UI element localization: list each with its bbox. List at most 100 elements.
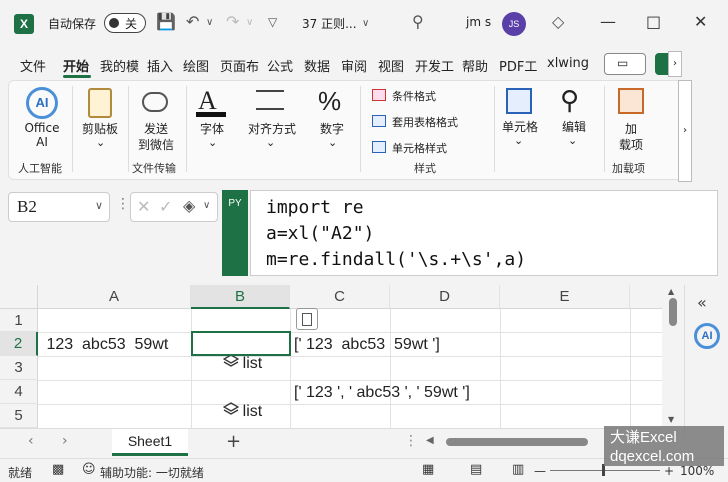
spreadsheet-grid[interactable]: A B C D E 1 2 3 4 5 123 abc53 59wt list … <box>0 285 662 428</box>
tab-data[interactable]: 数据 <box>304 56 330 75</box>
horizontal-scroll-thumb[interactable] <box>446 438 588 446</box>
tab-home[interactable]: 开始 <box>63 56 89 75</box>
zoom-slider[interactable] <box>550 470 660 471</box>
document-title[interactable]: 37 正则... <box>302 15 357 32</box>
sheet-tab-sheet1[interactable]: Sheet1 <box>112 429 188 456</box>
send-label-1[interactable]: 发送 <box>136 120 176 137</box>
addins-label-2[interactable]: 载项 <box>616 136 646 153</box>
tab-xlwings[interactable]: xlwing <box>547 56 589 71</box>
edit-label[interactable]: 编辑 <box>556 118 592 135</box>
scroll-down-icon[interactable]: ▼ <box>668 415 674 424</box>
chevron-down-icon[interactable]: ⌄ <box>514 134 523 147</box>
zoom-level[interactable]: 100% <box>680 464 714 478</box>
chevron-down-icon[interactable]: ∨ <box>203 200 210 211</box>
tab-view[interactable]: 视图 <box>378 56 404 75</box>
tab-formulas[interactable]: 公式 <box>267 56 293 75</box>
zoom-in-icon[interactable]: + <box>664 464 674 478</box>
tab-review[interactable]: 审阅 <box>341 56 367 75</box>
cell-b4[interactable]: list <box>196 384 262 428</box>
column-header-d[interactable]: D <box>390 285 500 309</box>
cell-a2[interactable]: 123 abc53 59wt <box>42 336 173 354</box>
office-ai-side-icon[interactable]: AI <box>694 323 720 349</box>
redo-dropdown-icon[interactable]: ∨ <box>246 17 253 28</box>
maximize-icon[interactable]: □ <box>646 12 661 31</box>
select-all-corner[interactable] <box>0 285 38 309</box>
tab-page-layout[interactable]: 页面布 <box>220 56 259 75</box>
collapse-pane-icon[interactable]: « <box>697 293 707 312</box>
macro-record-icon[interactable]: ▩ <box>52 462 64 477</box>
font-label[interactable]: 字体 <box>196 120 228 137</box>
cells-icon[interactable] <box>506 88 532 114</box>
close-icon[interactable]: ✕ <box>694 12 707 31</box>
chevron-down-icon[interactable]: ⌄ <box>328 136 337 149</box>
column-header-e[interactable]: E <box>500 285 630 309</box>
tab-draw[interactable]: 绘图 <box>183 56 209 75</box>
align-label[interactable]: 对齐方式 <box>244 120 300 137</box>
column-header-a[interactable]: A <box>38 285 191 309</box>
paste-options-icon[interactable] <box>296 308 318 330</box>
formula-input[interactable]: import re a=xl("A2") m=re.findall('\s.+\… <box>250 190 718 276</box>
add-sheet-button[interactable]: + <box>226 431 241 452</box>
row-header-3[interactable]: 3 <box>0 356 38 380</box>
cells-label[interactable]: 单元格 <box>498 118 542 135</box>
user-name[interactable]: jm s <box>466 15 491 29</box>
page-break-view-icon[interactable]: ▥ <box>512 462 524 477</box>
zoom-out-icon[interactable]: — <box>534 464 546 478</box>
clipboard-label[interactable]: 剪贴板 <box>78 120 122 137</box>
diamond-icon[interactable]: ◇ <box>552 12 564 31</box>
avatar[interactable]: JS <box>502 12 526 36</box>
next-sheet-icon[interactable]: › <box>62 433 68 449</box>
number-label[interactable]: 数字 <box>316 120 348 137</box>
addins-label-1[interactable]: 加 <box>620 120 642 137</box>
tab-options-icon[interactable]: ⋮ <box>404 433 418 449</box>
minimize-icon[interactable]: — <box>600 12 616 31</box>
chevron-down-icon[interactable]: ⌄ <box>266 136 275 149</box>
chevron-down-icon[interactable]: ⌄ <box>208 136 217 149</box>
accessibility-icon[interactable]: ☺ <box>82 462 96 477</box>
wechat-icon[interactable] <box>142 92 168 112</box>
save-icon[interactable]: 💾 <box>156 12 176 31</box>
tab-help[interactable]: 帮助 <box>462 56 488 75</box>
vertical-scroll-thumb[interactable] <box>669 298 677 326</box>
title-dropdown-icon[interactable]: ∨ <box>362 18 369 29</box>
tab-pdf[interactable]: PDF工 <box>499 56 537 75</box>
table-format-button[interactable]: 套用表格格式 <box>392 114 458 130</box>
enter-icon[interactable]: ✓ <box>159 197 172 216</box>
cell-c2[interactable]: [' 123 abc53 59wt '] <box>294 336 440 354</box>
align-icon[interactable] <box>256 90 284 110</box>
column-header-c[interactable]: C <box>290 285 390 309</box>
row-header-2[interactable]: 2 <box>0 332 38 356</box>
autosave-toggle[interactable]: 关 <box>104 13 146 33</box>
cancel-icon[interactable]: ✕ <box>137 197 150 216</box>
row-header-1[interactable]: 1 <box>0 309 38 332</box>
prev-sheet-icon[interactable]: ‹ <box>28 433 34 449</box>
office-ai-icon[interactable]: AI <box>26 87 58 119</box>
clipboard-icon[interactable] <box>88 88 112 118</box>
tab-file[interactable]: 文件 <box>20 56 46 75</box>
cell-style-button[interactable]: 单元格样式 <box>392 140 447 156</box>
send-label-2[interactable]: 到微信 <box>134 136 178 153</box>
tab-my-template[interactable]: 我的模 <box>100 56 139 75</box>
percent-icon[interactable]: % <box>318 86 341 117</box>
undo-dropdown-icon[interactable]: ∨ <box>206 17 213 28</box>
normal-view-icon[interactable]: ▦ <box>422 462 434 477</box>
tab-developer[interactable]: 开发工 <box>415 56 454 75</box>
office-ai-label[interactable]: Office AI <box>22 121 62 149</box>
name-box[interactable]: B2 ∨ <box>8 192 110 222</box>
column-header-next[interactable] <box>630 285 662 309</box>
row-header-5[interactable]: 5 <box>0 404 38 428</box>
chevron-down-icon[interactable]: ⌄ <box>568 134 577 147</box>
scroll-left-icon[interactable]: ◀ <box>426 435 434 446</box>
page-layout-view-icon[interactable]: ▤ <box>470 462 482 477</box>
column-header-b[interactable]: B <box>191 285 290 309</box>
accessibility-status[interactable]: 辅助功能: 一切就绪 <box>100 464 204 481</box>
chevron-down-icon[interactable]: ⌄ <box>96 136 105 149</box>
python-layers-icon[interactable]: ◈ <box>183 196 195 215</box>
undo-icon[interactable]: ↶ <box>186 12 199 31</box>
comments-button[interactable]: ▭ <box>604 53 646 75</box>
addins-icon[interactable] <box>618 88 644 114</box>
more-options-icon[interactable]: ⋮ <box>116 196 130 212</box>
redo-icon[interactable]: ↷ <box>226 12 239 31</box>
conditional-format-button[interactable]: 条件格式 <box>392 88 436 104</box>
search-edit-icon[interactable]: ⚲ <box>560 86 579 116</box>
